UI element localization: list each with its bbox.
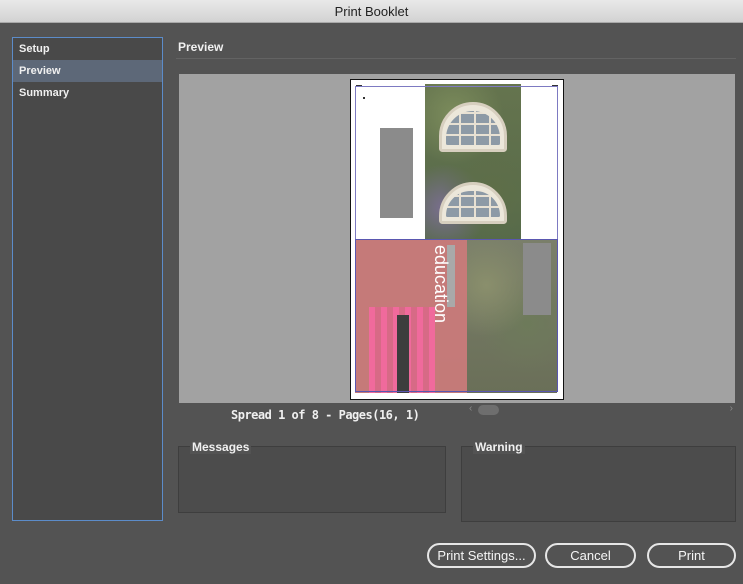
chevron-left-icon[interactable]: ‹ bbox=[469, 403, 472, 414]
sidebar-item-summary[interactable]: Summary bbox=[13, 82, 162, 104]
scrollbar-thumb[interactable] bbox=[478, 405, 499, 415]
sidebar-item-preview[interactable]: Preview bbox=[13, 60, 162, 82]
print-button[interactable]: Print bbox=[647, 543, 736, 568]
preview-canvas: education bbox=[179, 74, 735, 403]
page-bleed-outline bbox=[355, 239, 558, 392]
cancel-button[interactable]: Cancel bbox=[545, 543, 636, 568]
sidebar: Setup Preview Summary bbox=[12, 37, 163, 521]
horizontal-scrollbar[interactable]: ‹ › bbox=[469, 403, 735, 416]
spread-indicator: Spread 1 of 8 - Pages(16, 1) bbox=[231, 408, 420, 422]
window-title: Print Booklet bbox=[0, 0, 743, 23]
sidebar-item-setup[interactable]: Setup bbox=[13, 38, 162, 60]
print-settings-button[interactable]: Print Settings... bbox=[427, 543, 536, 568]
warning-panel bbox=[461, 446, 736, 522]
booklet-page-preview: education bbox=[350, 79, 564, 400]
messages-panel bbox=[178, 446, 446, 513]
chevron-right-icon[interactable]: › bbox=[730, 403, 733, 414]
section-title: Preview bbox=[178, 40, 224, 54]
messages-title: Messages bbox=[190, 440, 252, 454]
warning-title: Warning bbox=[473, 440, 525, 454]
section-divider bbox=[176, 58, 736, 59]
